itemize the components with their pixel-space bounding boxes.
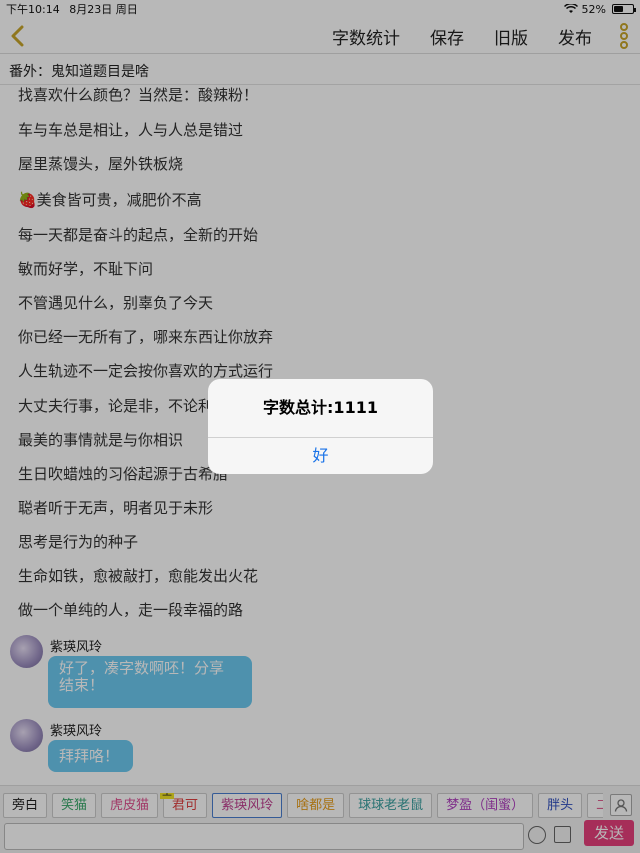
word-count-alert: 字数总计:1111 好: [208, 379, 433, 474]
alert-ok-button[interactable]: 好: [208, 438, 433, 474]
editor-screen: 下午10:14 8月23日 周日 52% 字数统计 保存 旧版 发布 番外：鬼知…: [0, 0, 640, 853]
alert-title: 字数总计:1111: [263, 398, 378, 417]
